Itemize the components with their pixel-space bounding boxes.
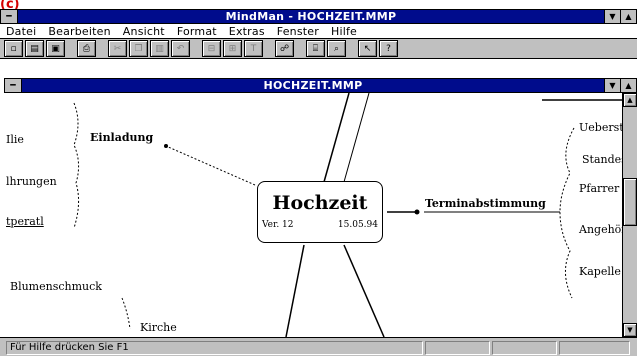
central-topic-node[interactable]: Hochzeit Ver. 12 15.05.94 — [257, 181, 383, 243]
undo-icon[interactable]: ↶ — [171, 40, 190, 57]
save-icon[interactable]: ▣ — [46, 40, 65, 57]
status-pane-2 — [425, 341, 490, 355]
menu-datei[interactable]: Datei — [0, 25, 42, 38]
left-edge-label-2[interactable]: lhrungen — [6, 175, 57, 188]
document-title-bar[interactable]: ━ HOCHZEIT.MMP ▼ ▲ — [4, 78, 637, 93]
menu-bar: Datei Bearbeiten Ansicht Format Extras F… — [0, 24, 637, 39]
context-help-icon[interactable]: ↖ — [358, 40, 377, 57]
status-pane-4 — [559, 341, 630, 355]
sub-branch-1[interactable]: Ueberst — [579, 121, 622, 134]
menu-bearbeiten[interactable]: Bearbeiten — [42, 25, 116, 38]
scroll-up-icon[interactable]: ▲ — [623, 93, 637, 107]
insert-subbranch-icon[interactable]: ⊞ — [223, 40, 242, 57]
central-topic-meta: Ver. 12 15.05.94 — [258, 220, 382, 230]
vertical-scrollbar[interactable]: ▲ ▼ — [622, 93, 637, 337]
version-label: Ver. 12 — [262, 220, 294, 230]
maximize-icon[interactable]: ▲ — [620, 10, 636, 23]
menu-format[interactable]: Format — [171, 25, 223, 38]
document-maximize-icon[interactable]: ▲ — [620, 79, 636, 92]
menu-hilfe[interactable]: Hilfe — [325, 25, 363, 38]
branch-einladung[interactable]: Einladung — [90, 131, 153, 144]
mindmap-canvas[interactable]: Hochzeit Ver. 12 15.05.94 Einladung Ilie… — [4, 93, 622, 337]
document-minimize-icon[interactable]: ▼ — [604, 79, 620, 92]
branch-kirche[interactable]: Kirche — [140, 321, 177, 334]
minimize-icon[interactable]: ▼ — [604, 10, 620, 23]
cut-icon[interactable]: ✂ — [108, 40, 127, 57]
sub-branch-4[interactable]: Angehöri — [579, 223, 622, 236]
map-icon[interactable]: ☍ — [275, 40, 294, 57]
central-topic-title: Hochzeit — [272, 192, 368, 214]
zoom-icon[interactable]: ⌕ — [327, 40, 346, 57]
menu-fenster[interactable]: Fenster — [271, 25, 325, 38]
insert-branch-icon[interactable]: ⊟ — [202, 40, 221, 57]
print-preview-icon[interactable]: ⌸ — [306, 40, 325, 57]
document-title: HOCHZEIT.MMP — [263, 79, 363, 92]
open-file-icon[interactable]: ▤ — [25, 40, 44, 57]
left-edge-label-3[interactable]: tperatl — [6, 215, 44, 228]
menu-ansicht[interactable]: Ansicht — [117, 25, 171, 38]
branch-blumenschmuck[interactable]: Blumenschmuck — [10, 280, 102, 293]
branch-terminabstimmung[interactable]: Terminabstimmung — [425, 197, 546, 210]
sub-branch-2[interactable]: Standes — [582, 153, 622, 166]
print-icon[interactable]: ⎙ — [77, 40, 96, 57]
status-pane-3 — [492, 341, 557, 355]
toolbar: ▫ ▤ ▣ ⎙ ✂ ❐ ▥ ↶ ⊟ ⊞ T ☍ ⌸ ⌕ ↖ ? — [0, 39, 637, 59]
left-edge-label-1[interactable]: Ilie — [6, 133, 24, 146]
scroll-down-icon[interactable]: ▼ — [623, 323, 637, 337]
new-document-icon[interactable]: ▫ — [4, 40, 23, 57]
document-system-menu-icon[interactable]: ━ — [5, 79, 22, 92]
sub-branch-5[interactable]: Kapelle — [579, 265, 621, 278]
help-icon[interactable]: ? — [379, 40, 398, 57]
scroll-thumb[interactable] — [623, 178, 637, 226]
figure-label: (c) — [0, 0, 20, 9]
menu-extras[interactable]: Extras — [223, 25, 271, 38]
status-bar: Für Hilfe drücken Sie F1 — [0, 337, 637, 356]
paste-icon[interactable]: ▥ — [150, 40, 169, 57]
date-label: 15.05.94 — [337, 220, 378, 230]
text-icon[interactable]: T — [244, 40, 263, 57]
status-text: Für Hilfe drücken Sie F1 — [6, 341, 423, 355]
system-menu-icon[interactable]: ━ — [1, 10, 18, 23]
copy-icon[interactable]: ❐ — [129, 40, 148, 57]
app-title-bar[interactable]: ━ MindMan - HOCHZEIT.MMP ▼ ▲ — [0, 9, 637, 24]
app-title: MindMan - HOCHZEIT.MMP — [225, 10, 397, 23]
sub-branch-3[interactable]: Pfarrer — [579, 182, 619, 195]
